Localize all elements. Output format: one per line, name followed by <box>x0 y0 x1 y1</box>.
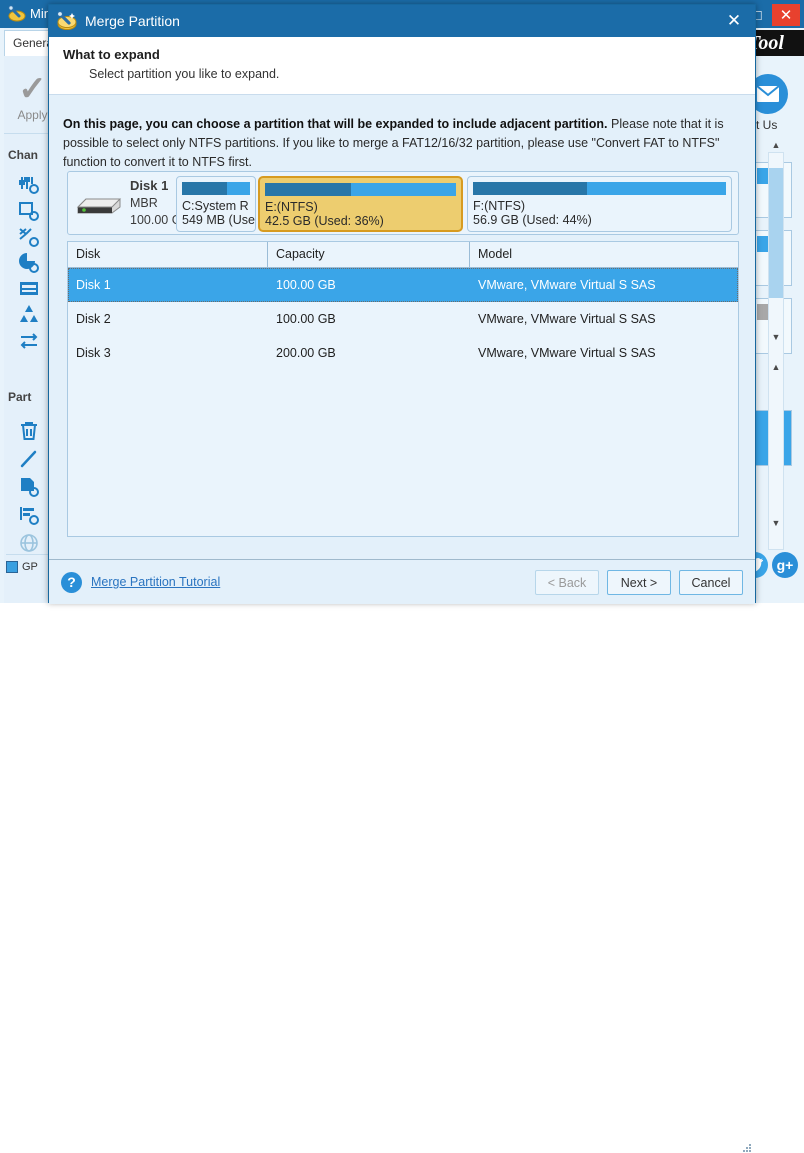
page-subtitle: Select partition you like to expand. <box>89 67 280 81</box>
merge-partition-tutorial-link[interactable]: Merge Partition Tutorial <box>91 575 220 589</box>
google-plus-icon[interactable]: g+ <box>772 552 798 578</box>
table-row[interactable]: Disk 3 200.00 GB VMware, VMware Virtual … <box>68 336 738 370</box>
convert-swap-icon[interactable] <box>16 328 42 354</box>
close-icon[interactable]: ✕ <box>721 10 747 32</box>
cell-model: VMware, VMware Virtual S SAS <box>478 346 656 360</box>
sliders-icon[interactable] <box>16 172 42 198</box>
dialog-titlebar: Merge Partition ✕ <box>49 5 755 37</box>
disk-partition-scheme: MBR <box>130 196 158 210</box>
cell-disk: Disk 1 <box>76 278 111 292</box>
scroll-down-arrow-icon[interactable]: ▼ <box>768 330 784 344</box>
disk-table: Disk Capacity Model Disk 1 100.00 GB VMw… <box>67 241 739 537</box>
cell-capacity: 100.00 GB <box>276 312 336 326</box>
cell-capacity: 100.00 GB <box>276 278 336 292</box>
disk-name: Disk 1 <box>130 178 169 193</box>
globe-icon[interactable] <box>16 530 42 556</box>
partition-block-c[interactable]: C:System R 549 MB (Use <box>176 176 256 232</box>
recycle-icon[interactable] <box>16 302 42 328</box>
cell-model: VMware, VMware Virtual S SAS <box>478 312 656 326</box>
partition-size: 56.9 GB (Used: 44%) <box>473 213 592 227</box>
trash-delete-icon[interactable] <box>16 418 42 444</box>
partition-label: E:(NTFS) <box>265 200 318 214</box>
dialog-header: What to expand Select partition you like… <box>49 37 755 95</box>
table-row[interactable]: Disk 1 100.00 GB VMware, VMware Virtual … <box>68 268 738 302</box>
scroll-up-arrow-icon-2[interactable]: ▲ <box>768 360 784 374</box>
question-mark-icon[interactable]: ? <box>61 572 82 593</box>
dialog-title: Merge Partition <box>85 13 180 29</box>
cancel-button[interactable]: Cancel <box>679 570 743 595</box>
table-header-row: Disk Capacity Model <box>68 242 738 268</box>
next-button[interactable]: Next > <box>607 570 671 595</box>
partition-usage-bar <box>265 183 456 196</box>
partition-block-e[interactable]: E:(NTFS) 42.5 GB (Used: 36%) <box>258 176 463 232</box>
partition-label: C:System R <box>182 199 249 213</box>
pie-chart-icon[interactable] <box>16 250 42 276</box>
merge-partition-wand-icon <box>57 11 77 31</box>
cell-disk: Disk 3 <box>76 346 111 360</box>
scroll-up-arrow-icon[interactable]: ▲ <box>768 138 784 152</box>
gpt-checkbox[interactable] <box>6 560 18 573</box>
copy-partition-icon[interactable] <box>16 474 42 500</box>
align-partition-icon[interactable] <box>16 276 42 302</box>
pencil-edit-icon[interactable] <box>16 446 42 472</box>
resize-grip-icon[interactable] <box>743 1144 752 1153</box>
table-row[interactable]: Disk 2 100.00 GB VMware, VMware Virtual … <box>68 302 738 336</box>
disk-map-panel: Disk 1 MBR 100.00 GB C:System R 549 MB (… <box>67 171 739 235</box>
dialog-footer: ? Merge Partition Tutorial < Back Next >… <box>49 559 755 1152</box>
instruction-text: On this page, you can choose a partition… <box>63 115 741 172</box>
back-button[interactable]: < Back <box>535 570 599 595</box>
dialog-body: On this page, you can choose a partition… <box>49 95 755 559</box>
hard-disk-icon <box>76 194 122 216</box>
cell-disk: Disk 2 <box>76 312 111 326</box>
scroll-down-arrow-icon-2[interactable]: ▼ <box>768 516 784 530</box>
partition-block-f[interactable]: F:(NTFS) 56.9 GB (Used: 44%) <box>467 176 732 232</box>
main-close-button[interactable]: ✕ <box>772 4 800 26</box>
extend-shrink-icon[interactable] <box>16 224 42 250</box>
cell-capacity: 200.00 GB <box>276 346 336 360</box>
move-resize-icon[interactable] <box>16 198 42 224</box>
vertical-scrollbar-thumb[interactable] <box>769 168 783 298</box>
instruction-bold: On this page, you can choose a partition… <box>63 117 608 131</box>
gpt-label: GP <box>22 560 38 573</box>
partition-size: 549 MB (Use <box>182 213 255 227</box>
page-title: What to expand <box>63 47 160 62</box>
cell-model: VMware, VMware Virtual S SAS <box>478 278 656 292</box>
partition-label: F:(NTFS) <box>473 199 526 213</box>
app-logo-icon <box>8 5 26 23</box>
partition-size: 42.5 GB (Used: 36%) <box>265 214 384 228</box>
merge-partition-dialog: Merge Partition ✕ What to expand Select … <box>48 4 756 1152</box>
partition-usage-bar <box>473 182 726 195</box>
column-header-disk[interactable]: Disk <box>68 242 268 267</box>
column-header-capacity[interactable]: Capacity <box>268 242 470 267</box>
column-header-model[interactable]: Model <box>470 242 738 267</box>
explore-partition-icon[interactable] <box>16 502 42 528</box>
partition-usage-bar <box>182 182 250 195</box>
